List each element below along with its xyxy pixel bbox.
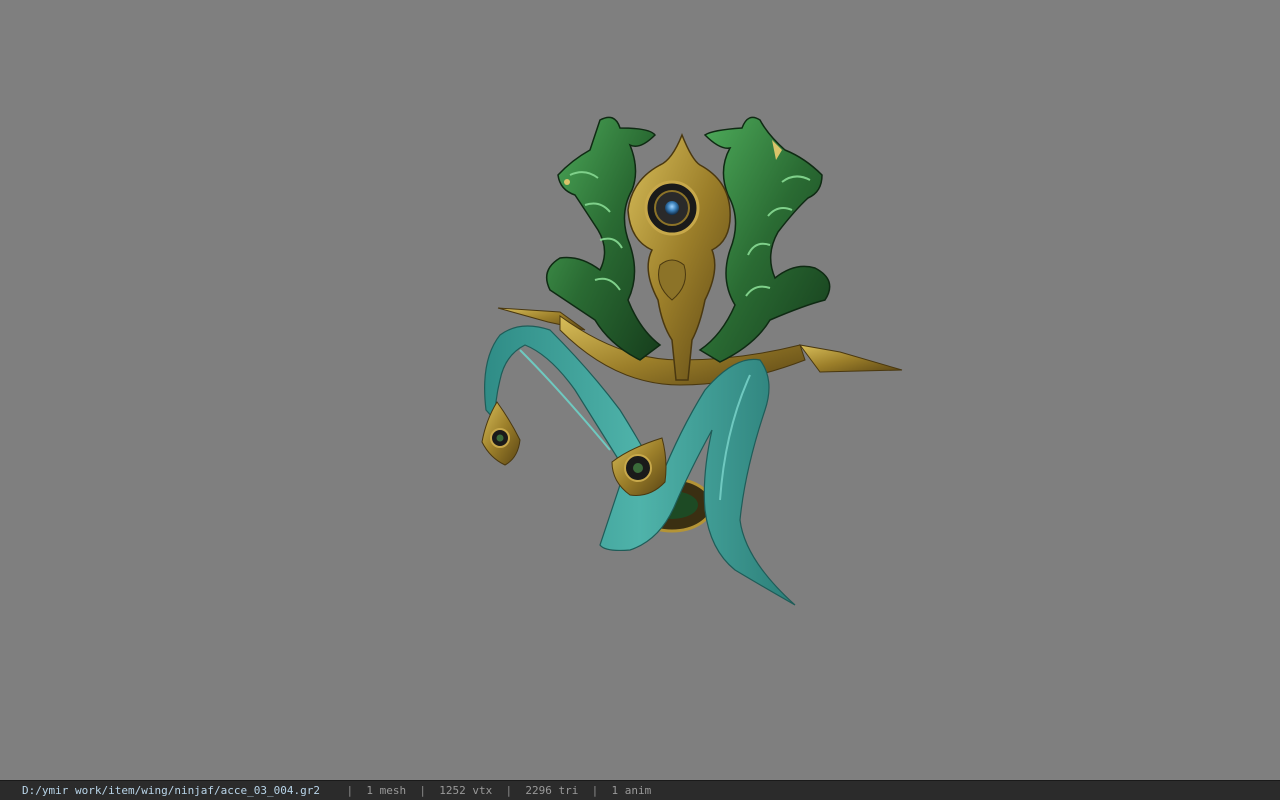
anim-count: 1 anim: [611, 784, 652, 797]
3d-viewport[interactable]: [0, 0, 1280, 780]
status-separator: |: [591, 784, 599, 797]
status-bar: D:/ymir work/item/wing/ninjaf/acce_03_00…: [0, 780, 1280, 800]
status-separator: |: [419, 784, 427, 797]
vertex-count: 1252 vtx: [439, 784, 493, 797]
status-separator: |: [505, 784, 513, 797]
mesh-count: 1 mesh: [366, 784, 407, 797]
triangle-count: 2296 tri: [525, 784, 579, 797]
model-render: [481, 116, 903, 606]
status-separator: |: [346, 784, 354, 797]
model-file-path: D:/ymir work/item/wing/ninjaf/acce_03_00…: [22, 784, 321, 797]
